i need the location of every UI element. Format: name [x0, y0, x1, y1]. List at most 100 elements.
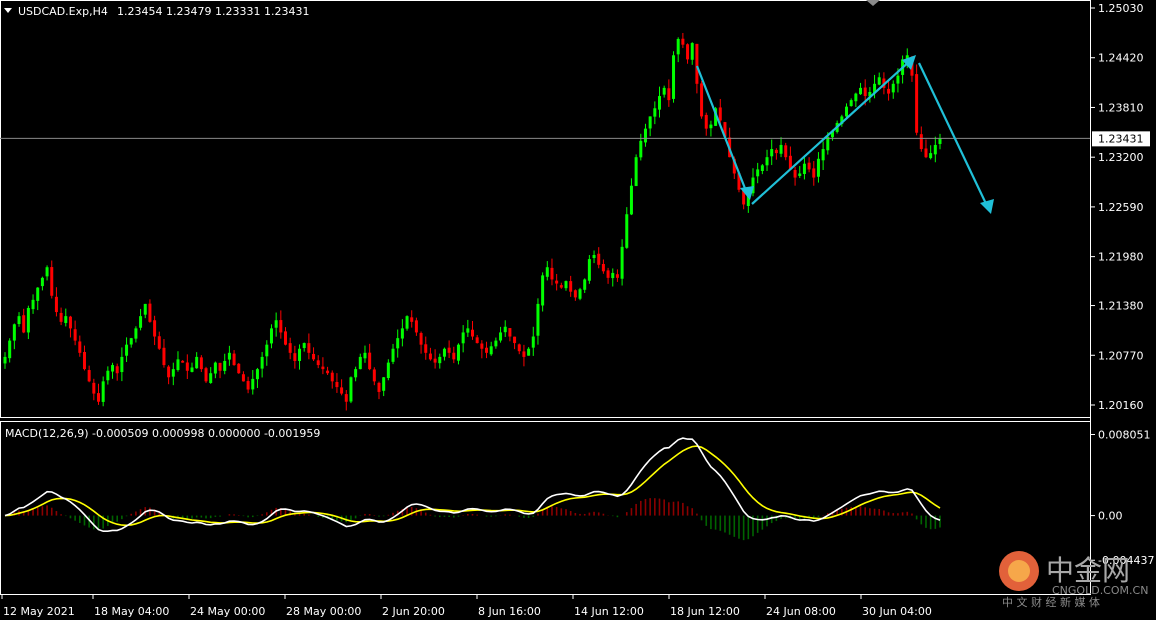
candle-body [424, 344, 428, 353]
candle-body [485, 347, 489, 353]
candle-body [765, 157, 769, 166]
candle-body [774, 149, 778, 154]
candle-body [793, 170, 797, 178]
price-tick-label: 1.21980 [1098, 251, 1144, 264]
macd-axis: 0.0080510.00-0.004437 [1090, 429, 1154, 567]
candle-body [382, 377, 386, 391]
candle-body [316, 360, 320, 366]
candle-body [232, 353, 236, 366]
candle-body [779, 144, 783, 154]
candle-body [845, 106, 848, 117]
candle-body [185, 362, 189, 371]
candle-body [372, 369, 376, 382]
candle-body [153, 320, 157, 337]
candle-body [709, 124, 713, 129]
candle-body [442, 348, 446, 357]
arrow-down-1 [695, 65, 750, 197]
candle-body [648, 116, 652, 129]
candle-body [326, 370, 330, 374]
candle-body [54, 296, 58, 313]
candle-body [181, 360, 185, 363]
candle-body [452, 352, 456, 360]
chart-shift-marker-icon[interactable] [866, 0, 880, 6]
candle-body [139, 316, 143, 328]
candle-body [274, 320, 278, 328]
candle-body [78, 341, 82, 353]
candle-body [101, 381, 105, 402]
candle-body [241, 374, 245, 382]
candle-body [620, 246, 624, 279]
candle-body [891, 83, 895, 93]
price-tick-label: 1.23200 [1098, 151, 1144, 164]
candle-body [414, 320, 418, 333]
candle-body [106, 370, 110, 381]
candle-body [438, 356, 442, 364]
candle-body [681, 38, 685, 45]
candle-body [204, 368, 208, 382]
candle-body [73, 329, 77, 341]
candle-body [134, 328, 138, 339]
candle-body [494, 340, 498, 347]
candle-body [358, 356, 362, 370]
candle-body [269, 328, 273, 344]
candle-body [896, 75, 900, 84]
candle-body [756, 169, 760, 177]
candle-body [199, 357, 203, 370]
candle-body [531, 336, 535, 348]
candle-body [428, 353, 432, 360]
candle-body [223, 360, 227, 371]
price-tick-label: 1.21380 [1098, 300, 1144, 313]
candle-body [36, 287, 40, 301]
candle-body [816, 158, 820, 177]
candle-body [849, 100, 853, 107]
candle-body [578, 289, 582, 299]
price-tick-label: 1.20770 [1098, 349, 1144, 362]
candle-body [807, 162, 811, 170]
candle-body [545, 267, 549, 277]
candle-body [218, 362, 222, 371]
candle-body [812, 168, 816, 178]
candle-body [475, 337, 479, 344]
candle-body [508, 328, 512, 337]
candle-body [601, 264, 605, 272]
candle-body [461, 332, 465, 344]
candle-body [312, 353, 316, 360]
candle-body [653, 108, 657, 117]
candle-body [190, 367, 194, 372]
candle-body [695, 43, 699, 84]
candle-body [246, 381, 250, 390]
candle-body [859, 87, 863, 95]
candle-body [143, 303, 147, 315]
candle-body [550, 267, 554, 280]
candle-body [667, 88, 671, 101]
macd-title: MACD(12,26,9) -0.000509 0.000998 0.00000… [5, 427, 320, 440]
candle-body [700, 83, 704, 117]
candle-body [111, 365, 115, 372]
arrow-up [751, 59, 912, 205]
candle-body [643, 128, 647, 143]
candle-body [3, 356, 7, 364]
candle-body [466, 328, 470, 333]
time-axis: 12 May 2021 18 May 04:00 24 May 00:00 28 Ma… [1, 595, 932, 618]
time-tick-label: 18 Jun 12:00 [670, 605, 740, 618]
time-tick-label: 8 Jun 16:00 [478, 605, 541, 618]
candle-body [541, 275, 545, 306]
candle-body [50, 267, 54, 296]
watermark-brand: 中金网 [1046, 554, 1130, 587]
candle-body [433, 358, 437, 363]
arrow-down-2-head [980, 199, 994, 214]
candle-body [480, 343, 484, 349]
collapse-triangle-icon[interactable] [4, 8, 12, 13]
candle-body [887, 88, 891, 94]
candle-body [171, 369, 175, 377]
candle-body [629, 185, 633, 215]
time-tick-label: 18 May 04:00 [94, 605, 169, 618]
candles [3, 32, 942, 411]
candle-body [162, 347, 166, 366]
quote-label: 1.23454 1.23479 1.23331 1.23431 [117, 5, 309, 18]
candle-body [615, 274, 619, 278]
symbol-label: USDCAD.Exp,H4 [18, 5, 108, 18]
candle-body [26, 307, 30, 333]
candle-body [499, 332, 503, 341]
time-tick-label: 14 Jun 12:00 [574, 605, 644, 618]
